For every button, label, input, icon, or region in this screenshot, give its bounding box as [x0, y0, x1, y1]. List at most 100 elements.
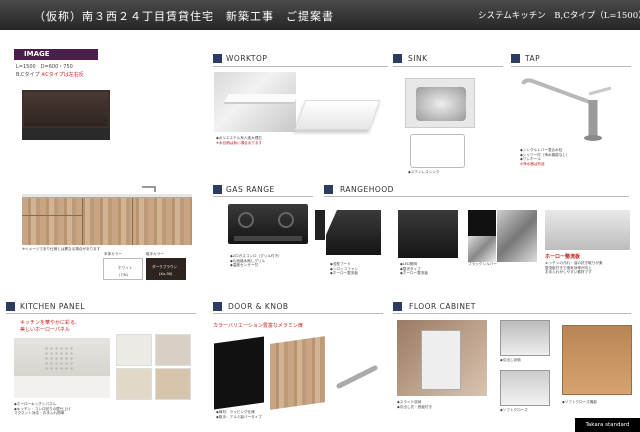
brown-swatch-code: (Xu-30)	[159, 272, 173, 276]
image-badge: IMAGE	[14, 49, 98, 60]
kitchen-panel-note-2: 美しいホーローパネル	[20, 327, 70, 333]
floor-cabinet-caption-2: ◆引出し式・底板付き	[397, 404, 433, 409]
rangehood-color-black	[468, 210, 496, 236]
sink-photo	[405, 78, 475, 128]
kitchen-panel-caption: ◆ホーローキッチンパネル ◆キッチン・コンロ回りの壁仕上げ マグネット対応・お手…	[14, 402, 71, 416]
rangehood-color-silver	[468, 236, 496, 262]
white-swatch: ホワイト (7/N)	[103, 258, 143, 280]
sink-heading: SINK	[408, 54, 428, 63]
gas-range-photo2	[315, 210, 325, 240]
rangehood-photo-2	[398, 210, 458, 258]
sink-line	[393, 66, 503, 67]
faucet-photo	[521, 78, 612, 141]
worktop-caption: ◆ポリエステル系人造大理石 ※木目柄は無い場合あります	[216, 136, 262, 145]
kitchen-panel-caption-3: マグネット対応・お手入れ簡単	[14, 411, 65, 416]
wall-cabinet-door	[24, 92, 108, 126]
panel-swatch-2	[155, 334, 191, 366]
white-swatch-code: (7/N)	[119, 273, 128, 277]
knob-photo	[336, 365, 378, 389]
door-knob-heading: DOOR & KNOB	[228, 302, 289, 311]
tap-caption: ◆シングルレバー混合水栓 ◆シャワー付（浄水機能なし） ◆ワンホール ※浄水器は…	[520, 148, 569, 166]
floor-cabinet-line	[393, 313, 631, 314]
floor-cabinet-square	[393, 302, 402, 311]
worktop-heading: WORKTOP	[226, 54, 268, 63]
worktop-caption-1: ◆ポリエステル系人造大理石	[216, 136, 262, 140]
floor-cabinet-photo-4	[562, 325, 632, 395]
worktop-square	[213, 54, 222, 63]
floor-cabinet-photo-2	[500, 320, 550, 356]
panel-swatch-3	[116, 368, 152, 400]
door-knob-note: カラーバリエーション豊富なメラミン扉	[213, 323, 303, 329]
porcelain-caption: キッチンの汚れ・油の拭き取りが楽 整流板付きで換気効率が向上 お手入れがしやすい…	[545, 261, 603, 275]
sink-diagram	[410, 134, 465, 168]
range-color-label: ブラックシルバー	[468, 262, 497, 266]
door-knob-caption-2: ◆取手：アルミ製バータイプ	[216, 414, 262, 419]
door-knob-square	[213, 302, 222, 311]
brand-footer: Takara standard	[575, 418, 640, 432]
rangehood-caption-3: ◆ホーロー整流板	[330, 271, 358, 276]
tap-square	[511, 54, 520, 63]
gas-range-square	[213, 185, 222, 194]
kitchen-panel-note: キッチンを華やかに彩る、 美しいホーローパネル	[20, 320, 80, 334]
back-panel	[22, 140, 192, 197]
panel-swatch-4	[155, 368, 191, 400]
tap-caption-4: ※浄水器は別途	[520, 161, 545, 166]
floor-cabinet-photo-1	[397, 320, 487, 396]
kitchen-panel-note-1: キッチンを華やかに彩る、	[20, 320, 81, 326]
floor-cabinet-heading: FLOOR CABINET	[409, 302, 476, 311]
cabinet2-caption: ◆引出し収納	[500, 358, 521, 362]
gas-range-photo	[228, 204, 308, 244]
sink-square	[393, 54, 402, 63]
size-line: L=1500 D=600・750	[16, 64, 73, 70]
tap-heading: TAP	[525, 54, 541, 63]
panel-swatch-1	[116, 334, 152, 366]
brown-swatch-label: ダークブラウン	[152, 265, 178, 269]
header-bar: （仮称）南３西２４丁目賃貸住宅 新築工事 ご提案書 システムキッチン B,Cタイ…	[0, 0, 640, 30]
type-label: B,Cタイプ	[16, 72, 40, 78]
door-sample-1	[214, 336, 264, 410]
tap-line	[511, 66, 631, 67]
body-color-label: 本体カラー	[104, 252, 122, 256]
floor-cabinet-photo-3	[500, 370, 550, 406]
rangehood-heading: RANGEHOOD	[340, 185, 394, 194]
cabinet2b-caption: ◆ソフトクローズ	[500, 408, 528, 412]
base-cabinet-divider2	[132, 198, 133, 245]
cabinet3-caption: ◆ソフトクローズ機能	[562, 400, 597, 404]
type-line: B,Cタイプ ※Cタイプは左右反	[16, 72, 84, 78]
worktop-photo	[214, 72, 296, 132]
gas-range-caption-3: ◆温度センサー付	[230, 263, 258, 268]
base-cabinet-divider	[82, 198, 83, 245]
image-badge-label: IMAGE	[24, 50, 50, 58]
gas-range-heading: GAS RANGE	[226, 185, 275, 194]
document-title: （仮称）南３西２４丁目賃貸住宅 新築工事 ご提案書	[34, 10, 334, 23]
door-knob-line	[213, 313, 383, 314]
rangehood-caption: ◆浅型フード ◆シロッコファン ◆ホーロー整流板	[330, 262, 358, 276]
base-cabinet	[22, 198, 192, 245]
rangehood-line	[324, 196, 629, 197]
gas-range-caption-1: ◆2口ガスコンロ（グリル付き）	[230, 254, 282, 258]
white-swatch-label: ホワイト	[118, 266, 133, 270]
brown-swatch: ダークブラウン (Xu-30)	[146, 258, 186, 280]
worktop-caption-2: ※木目柄は無い場合あります	[216, 140, 263, 145]
drawer-line	[22, 215, 82, 216]
door-knob-caption-1: ◆扉材：ラッピング仕様	[216, 410, 255, 414]
kitchen-panel-line	[6, 313, 196, 314]
door-sample-2	[270, 336, 325, 410]
worktop-line	[213, 66, 388, 67]
tap-caption-1: ◆シングルレバー混合水栓	[520, 148, 563, 152]
rangehood-color-silver2	[497, 210, 537, 262]
kitchen-panel-heading: KITCHEN PANEL	[20, 302, 86, 311]
faucet	[142, 186, 156, 192]
door-knob-caption: ◆扉材：ラッピング仕様 ◆取手：アルミ製バータイプ	[216, 410, 262, 419]
floor-cabinet-caption: ◆スライド収納 ◆引出し式・底板付き	[397, 400, 432, 409]
kitchen-panel-photo	[14, 338, 110, 398]
gas-range-line	[213, 196, 313, 197]
rangehood2-caption: ◆LED照明 ◆整流タイプ ◆ホーロー整流板	[400, 262, 428, 276]
porcelain-caption-3: お手入れがしやすい素材です	[545, 270, 592, 275]
gas-range-caption: ◆2口ガスコンロ（グリル付き） ◆片面焼水無しグリル ◆温度センサー付	[230, 254, 282, 268]
image-note: ※イメージであり仕様とは異なる場合があります	[22, 247, 101, 251]
kitchen-illustration	[22, 90, 192, 245]
knob-color-label: 取手カラー	[146, 252, 164, 256]
kitchen-panel-square	[6, 302, 15, 311]
type-note: ※Cタイプは左右反	[41, 72, 84, 78]
